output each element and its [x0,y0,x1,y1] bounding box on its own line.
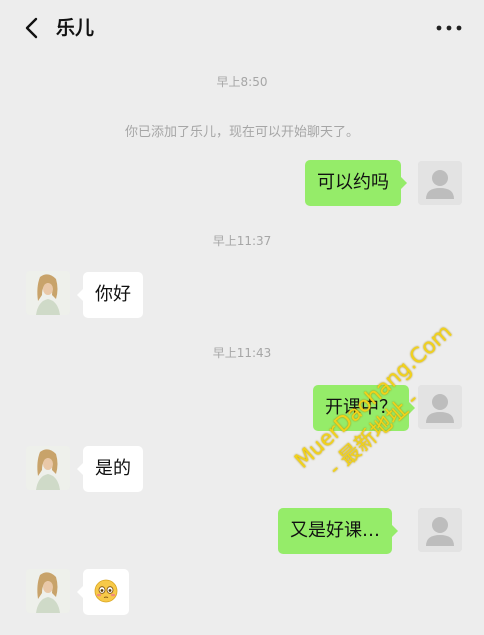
user-silhouette-icon [418,161,462,205]
my-avatar[interactable] [418,385,462,429]
chat-header: 乐儿 [0,0,484,56]
contact-photo-icon [26,569,70,613]
message-bubble-sent[interactable]: 开课中？ [313,385,415,431]
message-bubble-received[interactable]: 是的 [77,446,143,492]
message-bubble-received[interactable] [77,569,129,615]
more-dots-icon [436,25,462,31]
contact-avatar[interactable] [26,446,70,490]
timestamp: 早上11:37 [212,234,272,248]
contact-avatar[interactable] [26,271,70,315]
contact-photo-icon [26,446,70,490]
user-silhouette-icon [418,385,462,429]
more-options-button[interactable] [434,14,464,42]
timestamp: 早上11:43 [212,346,272,360]
user-silhouette-icon [418,508,462,552]
system-notice: 你已添加了乐儿，现在可以开始聊天了。 [124,125,359,140]
flushed-face-emoji-icon [94,579,118,602]
message-bubble-sent[interactable]: 可以约吗 [305,160,407,206]
contact-avatar[interactable] [26,569,70,613]
contact-photo-icon [26,271,70,315]
back-button[interactable] [18,14,46,42]
chat-title: 乐儿 [56,17,95,39]
message-bubble-received[interactable]: 你好 [77,272,143,318]
my-avatar[interactable] [418,161,462,205]
message-bubble-sent[interactable]: 又是好课… [278,508,398,554]
my-avatar[interactable] [418,508,462,552]
chevron-left-icon [25,17,38,39]
timestamp: 早上8:50 [216,75,268,89]
